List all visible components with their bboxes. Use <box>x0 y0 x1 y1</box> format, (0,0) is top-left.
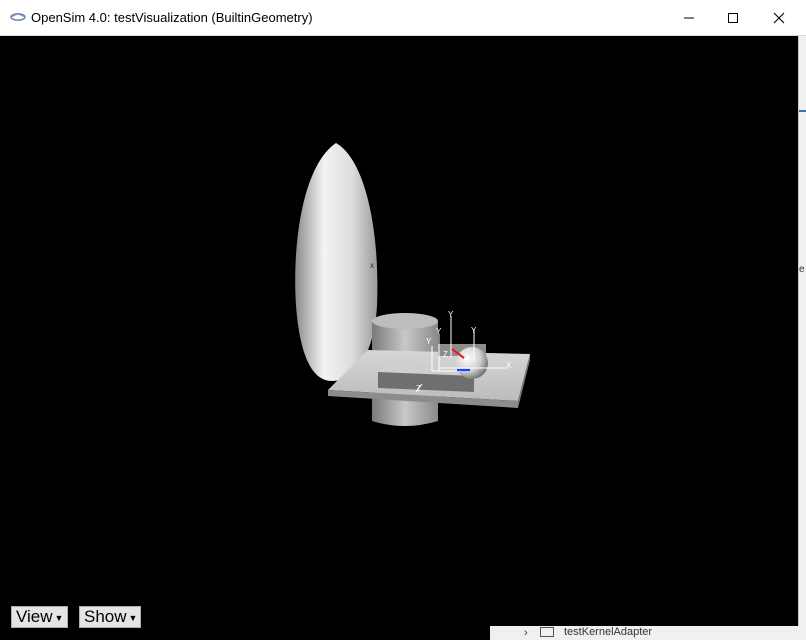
view-menu-button[interactable]: View ▼ <box>11 606 68 628</box>
background-tree-label: testKernelAdapter <box>564 626 653 638</box>
axis-label-z2: Z <box>416 384 421 393</box>
close-button[interactable] <box>756 0 802 35</box>
axis-label-y2: Y <box>471 326 477 335</box>
opensim-visualizer-window: OpenSim 4.0: testVisualization (BuiltinG… <box>0 0 806 640</box>
view-button-label: View <box>16 607 53 626</box>
axis-label-y1: Y <box>448 310 454 319</box>
minimize-icon <box>684 17 694 18</box>
axis-label-z1: Z <box>443 350 448 359</box>
caret-down-icon: ▼ <box>128 613 138 623</box>
test-file-icon <box>540 627 554 637</box>
background-edge-letter: e <box>799 264 805 275</box>
background-accent <box>799 110 806 112</box>
axis-label-y4: Y <box>426 337 432 346</box>
opensim-app-icon <box>10 13 26 21</box>
window-title: OpenSim 4.0: testVisualization (BuiltinG… <box>31 10 313 25</box>
show-menu-button[interactable]: Show ▼ <box>79 606 141 628</box>
caret-down-icon: ▼ <box>54 613 64 623</box>
cylinder-top-cap <box>372 313 438 329</box>
show-button-label: Show <box>84 607 127 626</box>
axis-label-x1: X <box>506 361 512 370</box>
3d-viewport[interactable]: x Y Y Y Y X Z Z <box>2 36 798 636</box>
sphere-geometry[interactable] <box>456 347 488 379</box>
builtin-geometry-scene[interactable]: x Y Y Y Y X Z Z <box>2 36 798 636</box>
title-bar[interactable]: OpenSim 4.0: testVisualization (BuiltinG… <box>0 0 806 36</box>
maximize-button[interactable] <box>710 0 756 35</box>
background-window-edge: e <box>798 36 806 640</box>
ellipsoid-axis-label: x <box>370 261 374 270</box>
close-icon <box>773 12 785 23</box>
minimize-button[interactable] <box>666 0 712 35</box>
axis-label-y3: Y <box>436 327 442 336</box>
ellipsoid-geometry[interactable] <box>295 143 378 381</box>
background-window-strip: › testKernelAdapter <box>490 626 806 640</box>
maximize-icon <box>728 12 738 23</box>
background-tree-arrow: › <box>524 627 528 639</box>
